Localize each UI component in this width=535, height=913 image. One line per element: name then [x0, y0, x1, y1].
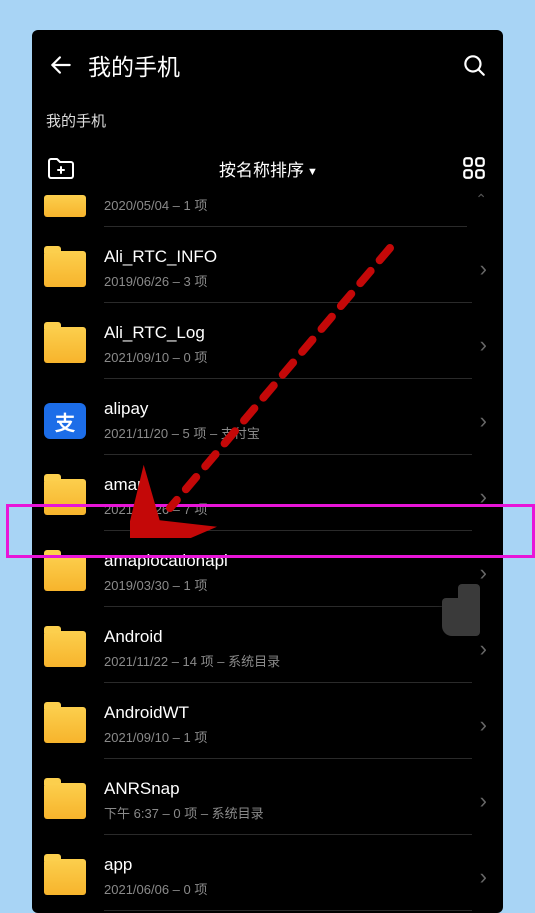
- list-item[interactable]: 支 alipay 2021/11/20 – 5 项 – 支付宝 ›: [32, 383, 503, 459]
- list-item-android[interactable]: Android 2021/11/22 – 14 项 – 系统目录 ›: [32, 611, 503, 687]
- folder-meta: 2021/10/26 – 7 项: [104, 499, 472, 518]
- folder-icon: [44, 195, 86, 217]
- list-item[interactable]: AndroidWT 2021/09/10 – 1 项 ›: [32, 687, 503, 763]
- folder-name: Android: [104, 627, 472, 647]
- back-icon[interactable]: [48, 52, 74, 78]
- sort-button[interactable]: 按名称排序▼: [76, 156, 461, 181]
- chevron-right-icon: ›: [480, 788, 487, 814]
- folder-name: amap: [104, 475, 472, 495]
- breadcrumb[interactable]: 我的手机: [32, 92, 503, 145]
- alipay-icon: 支: [44, 403, 86, 439]
- chevron-right-icon: ›: [480, 332, 487, 358]
- folder-icon: [44, 631, 86, 667]
- page-title: 我的手机: [88, 48, 447, 82]
- folder-icon: [44, 859, 86, 895]
- folder-name: Ali_RTC_Log: [104, 323, 472, 343]
- folder-meta: 2020/05/04 – 1 项: [104, 195, 467, 214]
- folder-meta: 2021/09/10 – 1 项: [104, 727, 472, 746]
- list-item[interactable]: Ali_RTC_INFO 2019/06/26 – 3 项 ›: [32, 231, 503, 307]
- chevron-right-icon: ⌃: [475, 191, 487, 208]
- list-item[interactable]: amap 2021/10/26 – 7 项 ›: [32, 459, 503, 535]
- folder-icon: [44, 783, 86, 819]
- folder-meta: 2021/09/10 – 0 项: [104, 347, 472, 366]
- folder-icon: [44, 251, 86, 287]
- grid-view-icon[interactable]: [461, 155, 487, 181]
- list-item[interactable]: amaplocationapi 2019/03/30 – 1 项 ›: [32, 535, 503, 611]
- folder-list: 2020/05/04 – 1 项 ⌃ Ali_RTC_INFO 2019/06/…: [32, 191, 503, 913]
- scroll-thumb[interactable]: [442, 598, 480, 636]
- folder-name: app: [104, 855, 472, 875]
- add-folder-icon[interactable]: [46, 155, 76, 181]
- search-icon[interactable]: [461, 52, 487, 78]
- folder-meta: 2021/06/06 – 0 项: [104, 879, 472, 898]
- folder-name: AndroidWT: [104, 703, 472, 723]
- list-item[interactable]: app 2021/06/06 – 0 项 ›: [32, 839, 503, 913]
- list-item[interactable]: 2020/05/04 – 1 项 ⌃: [32, 191, 503, 231]
- folder-name: ANRSnap: [104, 779, 472, 799]
- folder-name: alipay: [104, 399, 472, 419]
- folder-meta: 2019/03/30 – 1 项: [104, 575, 472, 594]
- folder-icon: [44, 555, 86, 591]
- chevron-right-icon: ›: [480, 256, 487, 282]
- folder-name: amaplocationapi: [104, 551, 472, 571]
- chevron-right-icon: ›: [480, 484, 487, 510]
- sort-label: 按名称排序: [219, 161, 304, 180]
- list-item[interactable]: Ali_RTC_Log 2021/09/10 – 0 项 ›: [32, 307, 503, 383]
- caret-down-icon: ▼: [307, 166, 318, 178]
- list-item[interactable]: ANRSnap 下午 6:37 – 0 项 – 系统目录 ›: [32, 763, 503, 839]
- chevron-right-icon: ›: [480, 864, 487, 890]
- folder-icon: [44, 327, 86, 363]
- chevron-right-icon: ›: [480, 560, 487, 586]
- folder-meta: 下午 6:37 – 0 项 – 系统目录: [104, 803, 472, 822]
- folder-meta: 2021/11/20 – 5 项 – 支付宝: [104, 423, 472, 442]
- folder-icon: [44, 479, 86, 515]
- folder-meta: 2019/06/26 – 3 项: [104, 271, 472, 290]
- chevron-right-icon: ›: [480, 636, 487, 662]
- folder-meta: 2021/11/22 – 14 项 – 系统目录: [104, 651, 472, 670]
- chevron-right-icon: ›: [480, 712, 487, 738]
- chevron-right-icon: ›: [480, 408, 487, 434]
- toolbar: 按名称排序▼: [32, 145, 503, 191]
- folder-icon: [44, 707, 86, 743]
- app-header: 我的手机: [32, 30, 503, 92]
- folder-name: Ali_RTC_INFO: [104, 247, 472, 267]
- phone-screen: 我的手机 我的手机 按名称排序▼ 2020/05/04 – 1 项 ⌃: [32, 30, 503, 913]
